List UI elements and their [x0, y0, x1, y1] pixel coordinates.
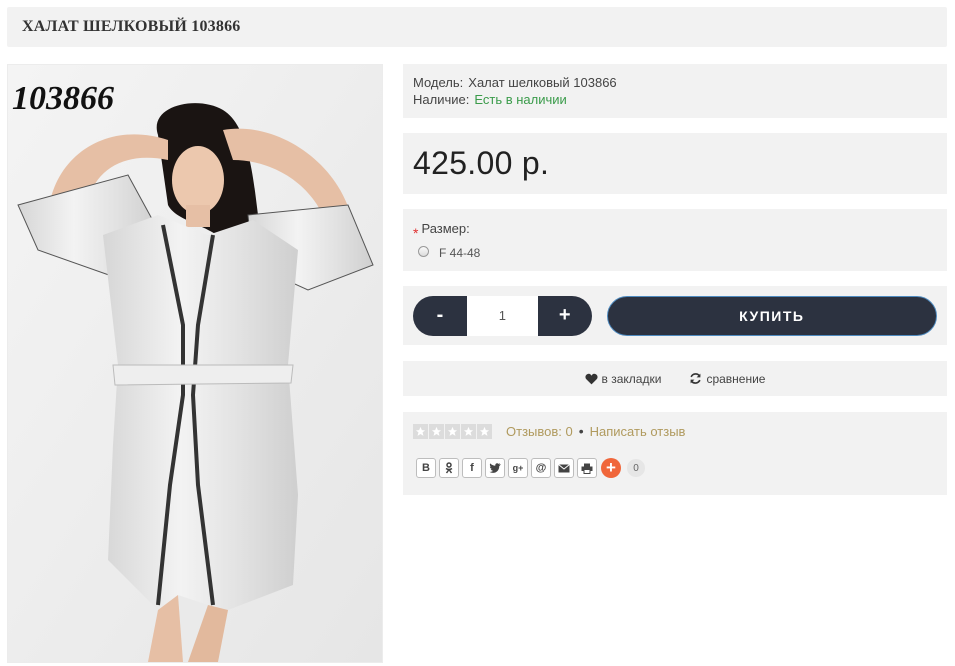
star-icon — [445, 423, 460, 439]
odnoklassniki-icon — [445, 462, 453, 474]
star-icon — [477, 423, 492, 439]
heart-icon — [584, 373, 598, 384]
model-row: Модель: Халат шелковый 103866 — [413, 74, 937, 91]
photo-overlay-number: 103866 — [12, 80, 114, 117]
cart-block: - + КУПИТЬ — [403, 286, 947, 345]
stock-row: Наличие: Есть в наличии — [413, 91, 937, 108]
star-icon — [429, 423, 444, 439]
googleplus-share-button[interactable]: g+ — [508, 458, 528, 478]
rating-stars — [413, 423, 493, 439]
size-option-label[interactable]: F 44-48 — [439, 246, 480, 260]
size-radio[interactable] — [418, 245, 429, 257]
facebook-share-button[interactable]: f — [462, 458, 482, 478]
printer-icon — [581, 463, 593, 474]
star-icon — [461, 423, 476, 439]
write-review-link[interactable]: Написать отзыв — [590, 424, 686, 439]
product-info: Модель: Халат шелковый 103866 Наличие: Е… — [403, 64, 947, 118]
size-option-title: * Размер: — [413, 221, 937, 242]
share-row: В f g+ @ + 0 — [416, 458, 937, 478]
compare-label[interactable]: сравнение — [706, 372, 765, 386]
size-option-row[interactable]: F 44-48 — [418, 245, 937, 260]
actions-block: в закладки сравнение — [403, 361, 947, 396]
mail-share-button[interactable] — [554, 458, 574, 478]
page-title: ХАЛАТ ШЕЛКОВЫЙ 103866 — [22, 18, 241, 35]
stock-value: Есть в наличии — [474, 92, 567, 107]
twitter-icon — [489, 463, 501, 473]
stock-label: Наличие: — [413, 92, 470, 107]
quantity-stepper: - + — [413, 295, 592, 336]
model-value: Халат шелковый 103866 — [468, 75, 617, 90]
model-label: Модель: — [413, 75, 464, 90]
bookmark-label[interactable]: в закладки — [602, 372, 662, 386]
quantity-input[interactable] — [466, 295, 538, 336]
quantity-plus-button[interactable]: + — [537, 295, 592, 336]
buy-button[interactable]: КУПИТЬ — [606, 295, 937, 336]
vk-share-button[interactable]: В — [416, 458, 436, 478]
email-at-share-button[interactable]: @ — [531, 458, 551, 478]
reviews-count-link[interactable]: Отзывов: 0 — [506, 424, 573, 439]
bookmark-link[interactable]: в закладки — [584, 372, 662, 386]
star-icon — [413, 423, 428, 439]
price-block: 425.00 р. — [403, 133, 947, 194]
share-more-button[interactable]: + — [601, 458, 621, 478]
print-share-button[interactable] — [577, 458, 597, 478]
share-counter: 0 — [627, 459, 645, 477]
rating-row: Отзывов: 0 • Написать отзыв — [413, 423, 937, 439]
ok-share-button[interactable] — [439, 458, 459, 478]
twitter-share-button[interactable] — [485, 458, 505, 478]
envelope-icon — [558, 463, 570, 472]
size-option-block: * Размер: F 44-48 — [403, 209, 947, 271]
refresh-icon — [690, 373, 702, 384]
required-mark: * — [413, 225, 419, 241]
review-block: Отзывов: 0 • Написать отзыв В f g+ @ + 0 — [403, 412, 947, 495]
compare-link[interactable]: сравнение — [689, 372, 765, 386]
product-photo[interactable]: 103866 — [7, 64, 383, 663]
title-bar: ХАЛАТ ШЕЛКОВЫЙ 103866 — [7, 7, 947, 47]
price: 425.00 р. — [413, 145, 550, 181]
size-label: Размер: — [421, 221, 470, 236]
separator-dot: • — [578, 423, 584, 439]
product-image: 103866 — [8, 65, 382, 662]
quantity-minus-button[interactable]: - — [413, 295, 467, 336]
